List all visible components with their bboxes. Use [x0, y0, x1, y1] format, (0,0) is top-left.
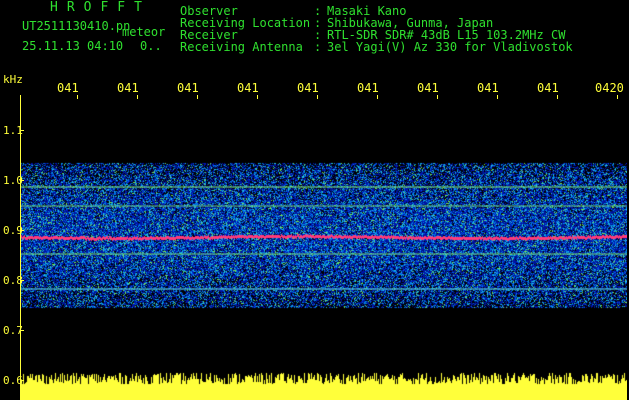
- y-tick-mark: [20, 330, 24, 331]
- x-tick-mark: [197, 95, 198, 99]
- x-tick-mark: [257, 95, 258, 99]
- unit-label: kHz: [3, 73, 23, 86]
- y-tick-mark: [20, 380, 24, 381]
- filename-suffix: meteor: [122, 25, 166, 39]
- x-tick-mark: [557, 95, 558, 99]
- app-title: HROFFT: [50, 0, 151, 15]
- antenna-colon: :: [314, 40, 322, 54]
- datetime-label: 25.11.13 04:10: [22, 39, 124, 53]
- x-tick-mark: [617, 95, 618, 99]
- x-tick-label: 041: [117, 81, 139, 95]
- y-tick-mark: [20, 230, 24, 231]
- x-tick-label: 041: [177, 81, 199, 95]
- y-tick-mark: [20, 180, 24, 181]
- x-tick-mark: [77, 95, 78, 99]
- antenna-value: 3el Yagi(V) Az 330 for Vladivostok: [327, 40, 573, 54]
- x-tick-label: 041: [57, 81, 79, 95]
- x-tick-label: 041: [357, 81, 379, 95]
- x-tick-label: 041: [417, 81, 439, 95]
- antenna-label: Receiving Antenna: [180, 40, 303, 54]
- x-tick-mark: [497, 95, 498, 99]
- x-tick-mark: [137, 95, 138, 99]
- y-axis-line: [20, 95, 21, 400]
- x-tick-label: 041: [477, 81, 499, 95]
- spectrogram-canvas: [20, 95, 627, 400]
- y-tick-mark: [20, 130, 24, 131]
- x-tick-label: 0420: [595, 81, 624, 95]
- x-tick-mark: [377, 95, 378, 99]
- x-tick-mark: [437, 95, 438, 99]
- y-tick-mark: [20, 280, 24, 281]
- x-tick-mark: [317, 95, 318, 99]
- x-tick-label: 041: [237, 81, 259, 95]
- filename-label: UT2511130410.pn: [22, 19, 131, 33]
- x-tick-label: 041: [537, 81, 559, 95]
- datetime-extra: 0..: [140, 39, 162, 53]
- x-tick-label: 041: [297, 81, 319, 95]
